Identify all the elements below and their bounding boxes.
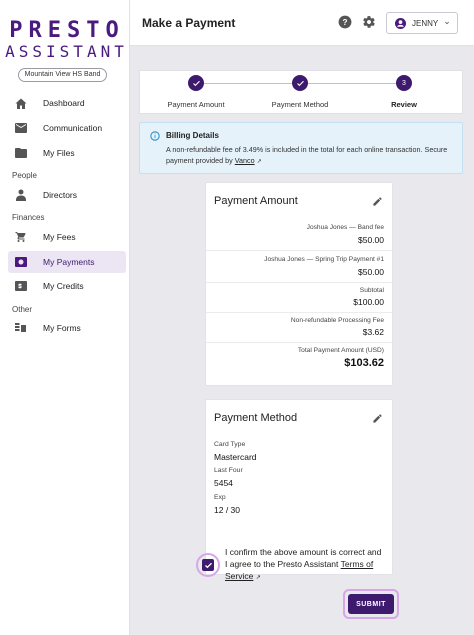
nav-item-directors[interactable]: Directors <box>8 184 126 206</box>
home-icon <box>14 96 28 110</box>
step-number: 3 <box>396 75 412 91</box>
line-item-label: Joshua Jones — Band fee <box>306 224 384 231</box>
nav-label: Dashboard <box>43 98 85 108</box>
exp-value: 12 / 30 <box>214 505 240 515</box>
chevron-down-icon <box>445 21 449 25</box>
folder-icon <box>14 146 28 160</box>
section-label-other: Other <box>12 305 33 314</box>
user-menu-button[interactable]: JENNY <box>386 12 458 34</box>
billing-text: A non-refundable fee of 3.49% is include… <box>166 145 448 165</box>
pencil-icon[interactable] <box>372 196 383 207</box>
confirm-text: I confirm the above amount is correct an… <box>225 546 385 584</box>
gear-icon[interactable] <box>362 15 376 29</box>
confirm-checkbox-highlight <box>196 553 220 577</box>
step-label-review: Review <box>391 100 417 109</box>
payment-amount-title: Payment Amount <box>214 195 298 207</box>
payment-amount-card: Payment Amount Joshua Jones — Band fee $… <box>205 182 393 386</box>
external-link-icon: ↗ <box>256 158 262 165</box>
external-link-icon: ↗ <box>255 575 261 581</box>
step-complete-check-icon <box>292 75 308 91</box>
billing-details-alert: Billing Details A non-refundable fee of … <box>139 122 463 174</box>
account-icon <box>395 17 406 29</box>
user-name: JENNY <box>412 18 439 28</box>
nav-label: Directors <box>43 190 78 200</box>
submit-button-highlight: SUBMIT <box>343 589 399 619</box>
subtotal-label: Subtotal <box>359 287 384 294</box>
page-title: Make a Payment <box>142 16 236 30</box>
nav-label: My Files <box>43 148 75 158</box>
forms-icon <box>14 321 28 335</box>
last-four-value: 5454 <box>214 478 233 488</box>
info-icon <box>150 131 160 141</box>
nav-label: Communication <box>43 123 103 133</box>
help-icon[interactable]: ? <box>338 15 352 29</box>
nav-label: My Credits <box>43 281 84 291</box>
presto-logo[interactable]: PRESTO ASSISTANT <box>0 20 129 60</box>
nav-item-communication[interactable]: Communication <box>8 117 126 139</box>
nav-label: My Fees <box>43 232 76 242</box>
card-type-value: Mastercard <box>214 452 257 462</box>
section-label-finances: Finances <box>12 213 45 222</box>
fee-label: Non-refundable Processing Fee <box>290 317 384 324</box>
divider <box>206 312 392 313</box>
nav-label: My Payments <box>43 257 95 267</box>
line-item-value: $50.00 <box>358 235 384 245</box>
line-item-label: Joshua Jones — Spring Trip Payment #1 <box>264 256 384 263</box>
total-value: $103.62 <box>344 357 384 369</box>
card-type-label: Card Type <box>214 441 246 448</box>
nav-item-files[interactable]: My Files <box>8 142 126 164</box>
step-connector <box>204 83 292 84</box>
svg-text:?: ? <box>343 18 348 27</box>
step-label-payment-amount: Payment Amount <box>167 100 225 109</box>
fee-value: $3.62 <box>362 327 384 337</box>
line-item-value: $50.00 <box>358 267 384 277</box>
last-four-label: Last Four <box>214 467 243 474</box>
sidebar: PRESTO ASSISTANT Mountain View HS Band D… <box>0 0 130 635</box>
confirm-checkbox[interactable] <box>202 559 214 571</box>
subtotal-value: $100.00 <box>353 297 384 307</box>
nav-item-credits[interactable]: My Credits <box>8 275 126 297</box>
payment-icon <box>14 255 28 269</box>
divider <box>206 250 392 251</box>
submit-button[interactable]: SUBMIT <box>348 594 394 614</box>
logo-line-2: ASSISTANT <box>5 42 128 61</box>
total-label: Total Payment Amount (USD) <box>297 347 384 354</box>
top-bar: Make a Payment ? JENNY <box>130 0 474 46</box>
person-icon <box>14 188 28 202</box>
nav-label: My Forms <box>43 323 81 333</box>
payment-stepper: 3 Payment Amount Payment Method Review <box>139 70 463 114</box>
billing-details-title: Billing Details <box>166 131 219 140</box>
check-icon <box>204 562 212 568</box>
payment-method-title: Payment Method <box>214 412 298 424</box>
organization-chip[interactable]: Mountain View HS Band <box>18 68 107 82</box>
nav-item-fees[interactable]: My Fees <box>8 226 126 248</box>
step-connector <box>308 83 396 84</box>
vanco-link[interactable]: Vanco <box>235 156 255 165</box>
exp-label: Exp <box>214 494 226 501</box>
divider <box>206 342 392 343</box>
main-content: 3 Payment Amount Payment Method Review B… <box>130 46 474 635</box>
step-label-payment-method: Payment Method <box>271 100 329 109</box>
logo-line-1: PRESTO <box>9 18 125 43</box>
billing-details-text: A non-refundable fee of 3.49% is include… <box>166 145 456 167</box>
cart-icon <box>14 230 28 244</box>
divider <box>206 282 392 283</box>
step-complete-check-icon <box>188 75 204 91</box>
nav-item-payments[interactable]: My Payments <box>8 251 126 273</box>
pencil-icon[interactable] <box>372 413 383 424</box>
mail-icon <box>14 121 28 135</box>
section-label-people: People <box>12 171 37 180</box>
credit-icon <box>14 279 28 293</box>
nav-item-forms[interactable]: My Forms <box>8 317 126 339</box>
nav-item-dashboard[interactable]: Dashboard <box>8 92 126 114</box>
